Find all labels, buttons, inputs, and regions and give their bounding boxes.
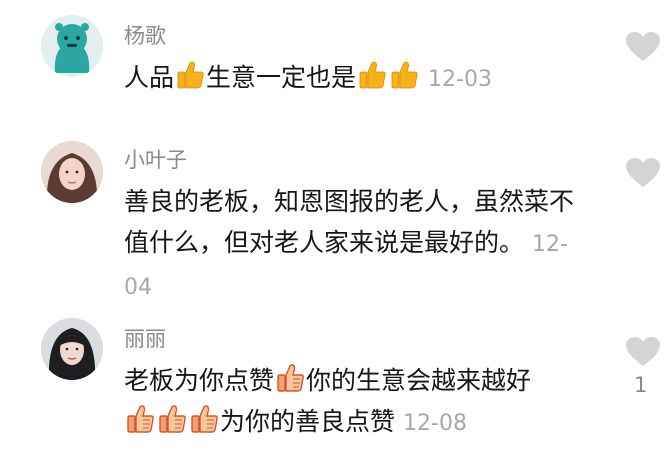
- username[interactable]: 小叶子: [124, 150, 187, 171]
- thumbs-up-icon: [125, 404, 155, 434]
- comment-text: 老板为你点赞 你的生意会越来越好为你的善良点赞 12-08: [124, 360, 604, 444]
- avatar[interactable]: [41, 15, 103, 77]
- avatar-cartoon-icon: [41, 15, 103, 77]
- like-heart-icon[interactable]: [625, 31, 661, 63]
- like-heart-icon[interactable]: [625, 157, 661, 189]
- thumbs-up-icon: [175, 60, 205, 90]
- thumbs-up-icon: [275, 363, 305, 393]
- comment-text-part: 生意一定也是: [206, 63, 357, 92]
- avatar[interactable]: [41, 318, 103, 380]
- comment-text: 善良的老板，知恩图报的老人，虽然菜不值什么，但对老人家来说是最好的。 12-04: [124, 181, 594, 308]
- avatar[interactable]: [41, 141, 103, 203]
- username[interactable]: 杨歌: [124, 26, 166, 47]
- comment-time: 12-03: [428, 67, 492, 92]
- comment-text-part: 老板为你点赞: [124, 366, 275, 395]
- username[interactable]: 丽丽: [124, 329, 166, 350]
- thumbs-up-icon: [189, 404, 219, 434]
- comment-time: 12-08: [403, 411, 467, 436]
- like-heart-icon[interactable]: [625, 336, 661, 368]
- thumbs-up-icon: [389, 60, 419, 90]
- avatar-photo-icon: [41, 141, 103, 203]
- comment-text-part: 你的生意会越来越好: [306, 366, 532, 395]
- comment-text-part: 善良的老板，知恩图报的老人，虽然菜不值什么，但对老人家来说是最好的。: [124, 187, 575, 257]
- avatar-photo-icon: [41, 318, 103, 380]
- thumbs-up-icon: [157, 404, 187, 434]
- thumbs-up-icon: [357, 60, 387, 90]
- comment-text-part: 人品: [124, 63, 175, 92]
- comment-text: 人品 生意一定也是 12-03: [124, 57, 604, 100]
- comment-text-part: 为你的善良点赞: [220, 407, 396, 436]
- like-count: 1: [634, 373, 648, 397]
